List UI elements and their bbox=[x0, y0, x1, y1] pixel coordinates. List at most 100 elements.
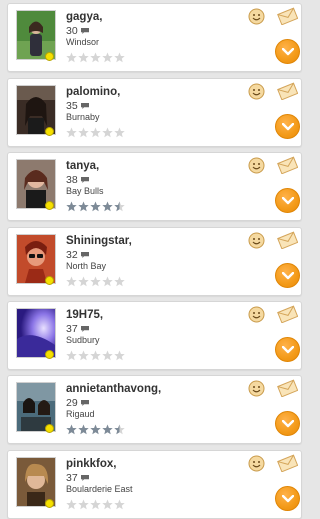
star-icon bbox=[66, 276, 77, 287]
expand-button[interactable] bbox=[275, 337, 300, 362]
star-icon bbox=[78, 276, 89, 287]
profile-name[interactable]: annietanthavong, bbox=[66, 383, 161, 395]
envelope-icon[interactable] bbox=[277, 7, 298, 25]
profile-city: North Bay bbox=[66, 261, 107, 271]
star-icon bbox=[78, 127, 89, 138]
profile-name[interactable]: gagya, bbox=[66, 11, 102, 23]
star-icon bbox=[78, 52, 89, 63]
rating-stars bbox=[66, 276, 125, 287]
profile-city: Burnaby bbox=[66, 112, 100, 122]
profile-card[interactable]: Shiningstar, 32 North Bay bbox=[7, 227, 302, 296]
star-icon bbox=[90, 201, 101, 212]
profile-age-row: 30 bbox=[66, 25, 89, 37]
star-icon bbox=[90, 52, 101, 63]
star-icon bbox=[66, 350, 77, 361]
star-icon bbox=[114, 276, 125, 287]
envelope-icon[interactable] bbox=[277, 305, 298, 323]
smiley-face-icon[interactable] bbox=[248, 306, 265, 323]
profile-age: 32 bbox=[66, 249, 78, 261]
profile-age-row: 32 bbox=[66, 249, 89, 261]
online-indicator bbox=[45, 424, 54, 433]
envelope-icon[interactable] bbox=[277, 156, 298, 174]
envelope-icon[interactable] bbox=[277, 231, 298, 249]
online-indicator bbox=[45, 276, 54, 285]
expand-button[interactable] bbox=[275, 114, 300, 139]
profile-city: Boularderie East bbox=[66, 484, 133, 494]
star-icon bbox=[90, 350, 101, 361]
chevron-down-icon bbox=[281, 419, 294, 427]
rating-stars bbox=[66, 127, 125, 138]
profile-age: 38 bbox=[66, 174, 78, 186]
smiley-face-icon[interactable] bbox=[248, 455, 265, 472]
star-icon bbox=[78, 350, 89, 361]
smiley-face-icon[interactable] bbox=[248, 232, 265, 249]
speech-bubble-icon bbox=[80, 28, 89, 34]
online-indicator bbox=[45, 52, 54, 61]
chevron-down-icon bbox=[281, 494, 294, 502]
star-icon bbox=[90, 127, 101, 138]
chevron-down-icon bbox=[281, 196, 294, 204]
smiley-face-icon[interactable] bbox=[248, 8, 265, 25]
profile-age: 37 bbox=[66, 472, 78, 484]
profile-card[interactable]: tanya, 38 Bay Bulls bbox=[7, 152, 302, 221]
profile-card[interactable]: annietanthavong, 29 Rigaud bbox=[7, 375, 302, 444]
chevron-down-icon bbox=[281, 122, 294, 130]
profile-age: 35 bbox=[66, 100, 78, 112]
smiley-face-icon[interactable] bbox=[248, 157, 265, 174]
star-icon bbox=[114, 350, 125, 361]
rating-stars bbox=[66, 201, 125, 212]
smiley-face-icon[interactable] bbox=[248, 380, 265, 397]
profile-card[interactable]: palomino, 35 Burnaby bbox=[7, 78, 302, 147]
speech-bubble-icon bbox=[80, 177, 89, 183]
star-icon bbox=[102, 276, 113, 287]
profile-age-row: 38 bbox=[66, 174, 89, 186]
profile-name[interactable]: 19H75, bbox=[66, 309, 103, 321]
profile-card[interactable]: 19H75, 37 Sudbury bbox=[7, 301, 302, 370]
profile-name[interactable]: tanya, bbox=[66, 160, 99, 172]
profile-name[interactable]: pinkkfox, bbox=[66, 458, 116, 470]
profile-city: Rigaud bbox=[66, 409, 95, 419]
profile-card[interactable]: pinkkfox, 37 Boularderie East bbox=[7, 450, 302, 519]
profile-age-row: 37 bbox=[66, 472, 89, 484]
profile-city: Sudbury bbox=[66, 335, 100, 345]
rating-stars bbox=[66, 52, 125, 63]
expand-button[interactable] bbox=[275, 188, 300, 213]
expand-button[interactable] bbox=[275, 411, 300, 436]
speech-bubble-icon bbox=[80, 475, 89, 481]
star-icon bbox=[66, 201, 77, 212]
chevron-down-icon bbox=[281, 47, 294, 55]
envelope-icon[interactable] bbox=[277, 82, 298, 100]
chevron-down-icon bbox=[281, 345, 294, 353]
star-icon bbox=[102, 52, 113, 63]
speech-bubble-icon bbox=[80, 400, 89, 406]
profile-age-row: 29 bbox=[66, 397, 89, 409]
smiley-face-icon[interactable] bbox=[248, 83, 265, 100]
profile-name[interactable]: palomino, bbox=[66, 86, 120, 98]
online-indicator bbox=[45, 499, 54, 508]
star-icon bbox=[78, 201, 89, 212]
envelope-icon[interactable] bbox=[277, 454, 298, 472]
profile-city: Bay Bulls bbox=[66, 186, 104, 196]
star-icon bbox=[102, 350, 113, 361]
expand-button[interactable] bbox=[275, 263, 300, 288]
online-indicator bbox=[45, 127, 54, 136]
profile-age: 30 bbox=[66, 25, 78, 37]
rating-stars bbox=[66, 499, 125, 510]
profile-age: 29 bbox=[66, 397, 78, 409]
expand-button[interactable] bbox=[275, 486, 300, 511]
speech-bubble-icon bbox=[80, 252, 89, 258]
speech-bubble-icon bbox=[80, 103, 89, 109]
chevron-down-icon bbox=[281, 271, 294, 279]
profile-age-row: 37 bbox=[66, 323, 89, 335]
half-star-icon bbox=[114, 424, 125, 435]
expand-button[interactable] bbox=[275, 39, 300, 64]
envelope-icon[interactable] bbox=[277, 379, 298, 397]
profile-card[interactable]: gagya, 30 Windsor bbox=[7, 3, 302, 72]
profile-name[interactable]: Shiningstar, bbox=[66, 235, 132, 247]
star-icon bbox=[102, 499, 113, 510]
online-indicator bbox=[45, 350, 54, 359]
star-icon bbox=[102, 201, 113, 212]
star-icon bbox=[90, 424, 101, 435]
profile-list: gagya, 30 Windsor palomino, 35 Burnaby t… bbox=[0, 0, 307, 519]
star-icon bbox=[66, 499, 77, 510]
